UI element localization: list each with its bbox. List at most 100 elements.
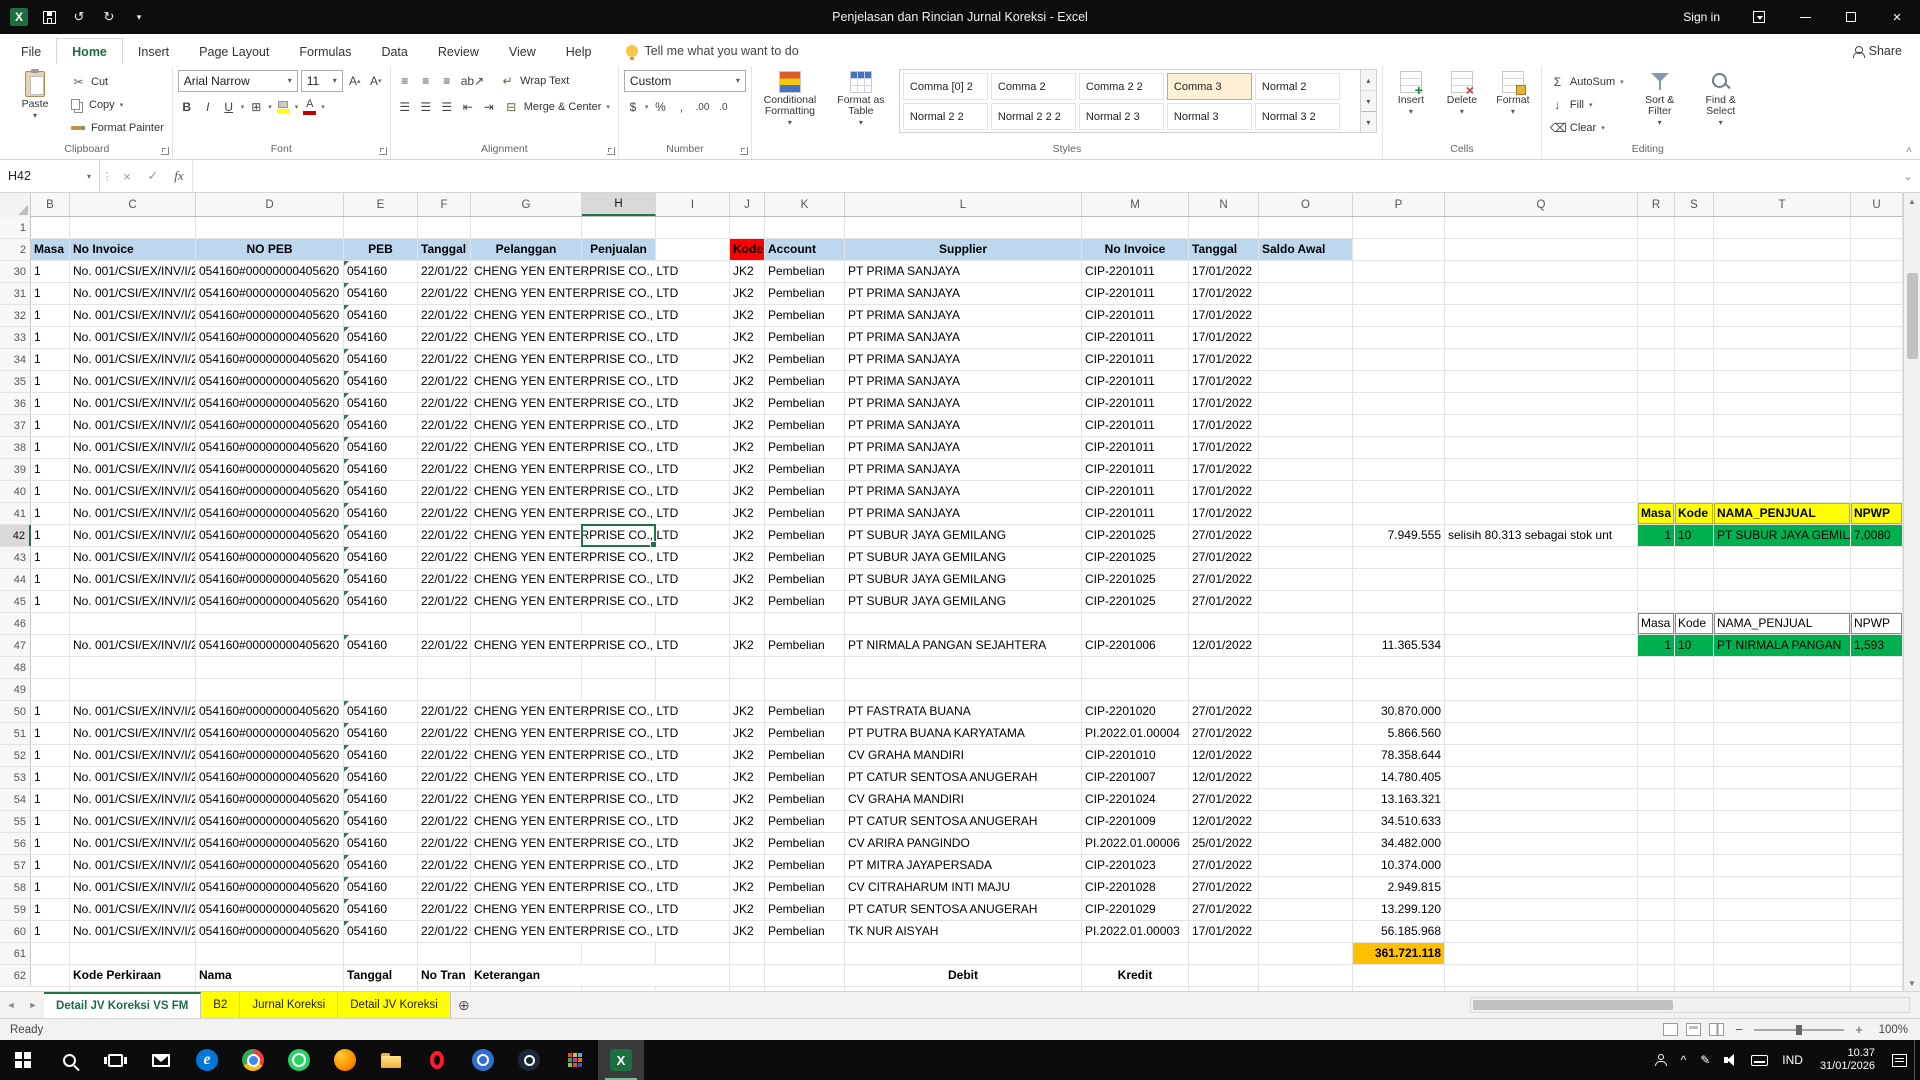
cell-K59[interactable]: Pembelian: [765, 899, 844, 920]
cell-E58[interactable]: 054160: [344, 877, 417, 898]
insert-cells-button[interactable]: Insert ▾: [1388, 69, 1434, 118]
cell-F51[interactable]: 22/01/22: [418, 723, 470, 744]
taskbar-opera-icon[interactable]: [414, 1040, 460, 1080]
row-header-34[interactable]: 34: [0, 349, 31, 370]
cell-N41[interactable]: 17/01/2022: [1189, 503, 1258, 524]
action-center-icon[interactable]: [1885, 1040, 1914, 1080]
cell-K52[interactable]: Pembelian: [765, 745, 844, 766]
cell-J51[interactable]: JK2: [730, 723, 764, 744]
cell-B42[interactable]: 1: [31, 525, 69, 546]
formula-input[interactable]: [192, 160, 1896, 192]
cell-M58[interactable]: CIP-2201028: [1082, 877, 1188, 898]
cell-G55[interactable]: CHENG YEN ENTERPRISE CO., LTD: [471, 811, 729, 832]
cell-M45[interactable]: CIP-2201025: [1082, 591, 1188, 612]
cell-E43[interactable]: 054160: [344, 547, 417, 568]
cell-C31[interactable]: No. 001/CSI/EX/INV/I/202: [70, 283, 195, 304]
cell-G59[interactable]: CHENG YEN ENTERPRISE CO., LTD: [471, 899, 729, 920]
column-header-Q[interactable]: Q: [1445, 193, 1638, 216]
cell-C53[interactable]: No. 001/CSI/EX/INV/I/202: [70, 767, 195, 788]
cell-D59[interactable]: 054160#00000000405620: [196, 899, 343, 920]
cell-P59[interactable]: 13.299.120: [1353, 899, 1444, 920]
cell-L44[interactable]: PT SUBUR JAYA GEMILANG: [845, 569, 1081, 590]
copy-button[interactable]: Copy▾: [68, 94, 167, 115]
decrease-indent-button[interactable]: ⇤: [459, 97, 477, 117]
cell-P56[interactable]: 34.482.000: [1353, 833, 1444, 854]
row-header-31[interactable]: 31: [0, 283, 31, 304]
column-header-D[interactable]: D: [196, 193, 344, 216]
row-header-33[interactable]: 33: [0, 327, 31, 348]
pen-icon[interactable]: ✎: [1693, 1040, 1717, 1080]
cell-S46[interactable]: Kode: [1675, 613, 1713, 634]
taskbar-excel-icon[interactable]: [598, 1040, 644, 1080]
horizontal-scroll-thumb[interactable]: [1473, 1000, 1673, 1010]
cell-G32[interactable]: CHENG YEN ENTERPRISE CO., LTD: [471, 305, 729, 326]
cell-style-normal-3-2[interactable]: Normal 3 2: [1255, 103, 1340, 130]
cell-M2[interactable]: No Invoice: [1082, 239, 1188, 260]
accounting-dropdown-icon[interactable]: ▾: [645, 103, 649, 111]
cell-G2[interactable]: Pelanggan: [471, 239, 581, 260]
cell-P47[interactable]: 11.365.534: [1353, 635, 1444, 656]
cell-M51[interactable]: PI.2022.01.00004: [1082, 723, 1188, 744]
sheet-nav-right-icon[interactable]: ►: [22, 992, 44, 1018]
cut-button[interactable]: ✂Cut: [68, 71, 167, 92]
cell-M47[interactable]: CIP-2201006: [1082, 635, 1188, 656]
cell-D50[interactable]: 054160#00000000405620: [196, 701, 343, 722]
cell-E31[interactable]: 054160: [344, 283, 417, 304]
column-header-I[interactable]: I: [656, 193, 730, 216]
cell-L30[interactable]: PT PRIMA SANJAYA: [845, 261, 1081, 282]
cell-F39[interactable]: 22/01/22: [418, 459, 470, 480]
cell-D40[interactable]: 054160#00000000405620: [196, 481, 343, 502]
zoom-out-button[interactable]: −: [1732, 1022, 1746, 1037]
cell-F32[interactable]: 22/01/22: [418, 305, 470, 326]
align-right-button[interactable]: ☰: [438, 97, 456, 117]
cell-L50[interactable]: PT FASTRATA BUANA: [845, 701, 1081, 722]
cell-E40[interactable]: 054160: [344, 481, 417, 502]
gallery-more-icon[interactable]: ▾: [1361, 111, 1376, 132]
format-as-table-button[interactable]: Format as Table ▾: [828, 69, 894, 129]
cell-style-normal-3[interactable]: Normal 3: [1167, 103, 1252, 130]
cell-G43[interactable]: CHENG YEN ENTERPRISE CO., LTD: [471, 547, 729, 568]
cell-D62[interactable]: Nama: [196, 965, 343, 986]
share-button[interactable]: Share: [1835, 44, 1920, 64]
fill-color-button[interactable]: [275, 101, 292, 113]
cell-K34[interactable]: Pembelian: [765, 349, 844, 370]
cell-L42[interactable]: PT SUBUR JAYA GEMILANG: [845, 525, 1081, 546]
cell-C33[interactable]: No. 001/CSI/EX/INV/I/202: [70, 327, 195, 348]
cell-J59[interactable]: JK2: [730, 899, 764, 920]
cell-F43[interactable]: 22/01/22: [418, 547, 470, 568]
cell-D37[interactable]: 054160#00000000405620: [196, 415, 343, 436]
cell-style-normal-2[interactable]: Normal 2: [1255, 73, 1340, 100]
cell-K36[interactable]: Pembelian: [765, 393, 844, 414]
cell-E44[interactable]: 054160: [344, 569, 417, 590]
taskbar-task-view-icon[interactable]: [92, 1040, 138, 1080]
cell-D36[interactable]: 054160#00000000405620: [196, 393, 343, 414]
cell-B56[interactable]: 1: [31, 833, 69, 854]
cell-F44[interactable]: 22/01/22: [418, 569, 470, 590]
cell-E30[interactable]: 054160: [344, 261, 417, 282]
cell-J50[interactable]: JK2: [730, 701, 764, 722]
cell-G34[interactable]: CHENG YEN ENTERPRISE CO., LTD: [471, 349, 729, 370]
cell-F30[interactable]: 22/01/22: [418, 261, 470, 282]
cell-G36[interactable]: CHENG YEN ENTERPRISE CO., LTD: [471, 393, 729, 414]
cell-style-comma-0-2[interactable]: Comma [0] 2: [903, 73, 988, 100]
column-header-T[interactable]: T: [1714, 193, 1851, 216]
cell-M36[interactable]: CIP-2201011: [1082, 393, 1188, 414]
cell-M33[interactable]: CIP-2201011: [1082, 327, 1188, 348]
cell-C59[interactable]: No. 001/CSI/EX/INV/I/202: [70, 899, 195, 920]
cell-G33[interactable]: CHENG YEN ENTERPRISE CO., LTD: [471, 327, 729, 348]
column-header-N[interactable]: N: [1189, 193, 1259, 216]
row-header-51[interactable]: 51: [0, 723, 31, 744]
cell-M44[interactable]: CIP-2201025: [1082, 569, 1188, 590]
cell-C47[interactable]: No. 001/CSI/EX/INV/I/202: [70, 635, 195, 656]
cell-D39[interactable]: 054160#00000000405620: [196, 459, 343, 480]
cell-J55[interactable]: JK2: [730, 811, 764, 832]
borders-button[interactable]: ⊞: [247, 97, 265, 117]
cell-B40[interactable]: 1: [31, 481, 69, 502]
percent-style-button[interactable]: %: [651, 97, 669, 117]
font-color-dropdown-icon[interactable]: ▾: [321, 103, 325, 111]
cell-C45[interactable]: No. 001/CSI/EX/INV/I/202: [70, 591, 195, 612]
enter-icon[interactable]: ✓: [140, 160, 166, 192]
number-format-combo[interactable]: Custom▾: [624, 70, 746, 92]
cell-N59[interactable]: 27/01/2022: [1189, 899, 1258, 920]
insert-function-icon[interactable]: fx: [166, 160, 192, 192]
